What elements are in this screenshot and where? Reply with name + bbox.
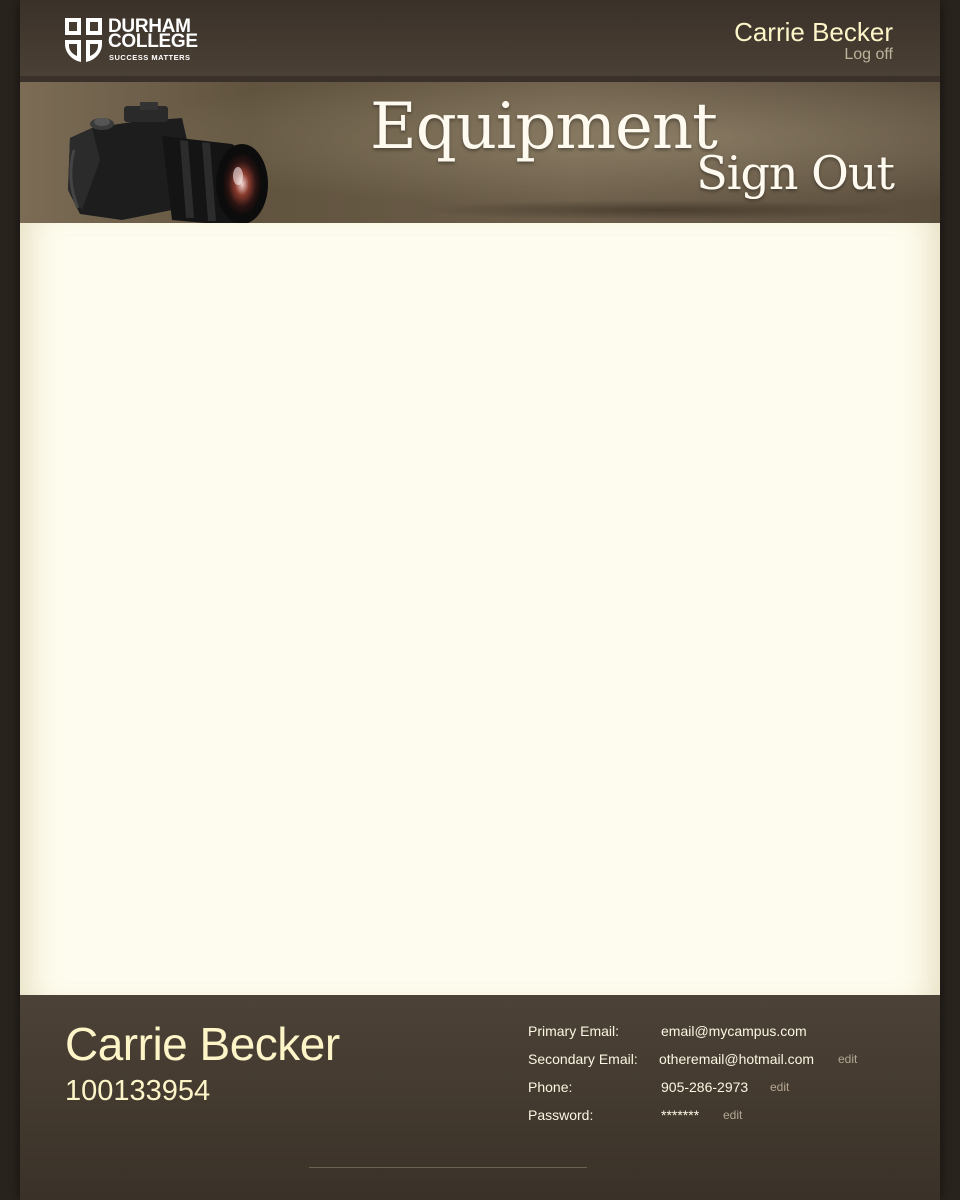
profile-field-value: ******* [661,1107,700,1123]
profile-field-label: Secondary Email: [528,1051,638,1067]
page-banner: Equipment Sign Out [20,82,940,248]
durham-college-logo[interactable]: DURHAM COLLEGE SUCCESS MATTERS [65,17,205,62]
profile-name: Carrie Becker [65,1018,340,1070]
page-title-line2: Sign Out [696,146,895,200]
footer-divider [309,1167,587,1168]
logo-line2: COLLEGE [108,31,198,52]
edit-phone-link[interactable]: edit [770,1080,789,1094]
top-bar: DURHAM COLLEGE SUCCESS MATTERS Carrie Be… [20,0,940,82]
profile-field-value: email@mycampus.com [661,1023,807,1039]
page-title-line1: Equipment [370,90,718,164]
shield-icon [65,18,102,62]
banner-shadow [410,200,910,220]
profile-field-label: Primary Email: [528,1023,620,1039]
logoff-link[interactable]: Log off [844,46,893,64]
profile-field-value: otheremail@hotmail.com [659,1051,815,1067]
main-content [20,223,940,995]
logo-tagline: SUCCESS MATTERS [109,53,191,62]
profile-row-secondary-email: Secondary Email: otheremail@hotmail.com … [528,1051,908,1071]
edit-secondary-email-link[interactable]: edit [838,1052,857,1066]
profile-row-primary-email: Primary Email: email@mycampus.com [528,1023,908,1043]
header-user-name: Carrie Becker [734,17,893,47]
profile-field-label: Password: [528,1107,594,1123]
page-frame: DURHAM COLLEGE SUCCESS MATTERS Carrie Be… [20,0,940,1200]
profile-row-password: Password: ******* edit [528,1107,908,1127]
profile-field-label: Phone: [528,1079,573,1095]
profile-student-id: 100133954 [65,1075,211,1107]
profile-row-phone: Phone: 905-286-2973 edit [528,1079,908,1099]
profile-field-value: 905-286-2973 [661,1079,749,1095]
profile-footer: Carrie Becker 100133954 Primary Email: e… [20,995,940,1200]
edit-password-link[interactable]: edit [723,1108,742,1122]
